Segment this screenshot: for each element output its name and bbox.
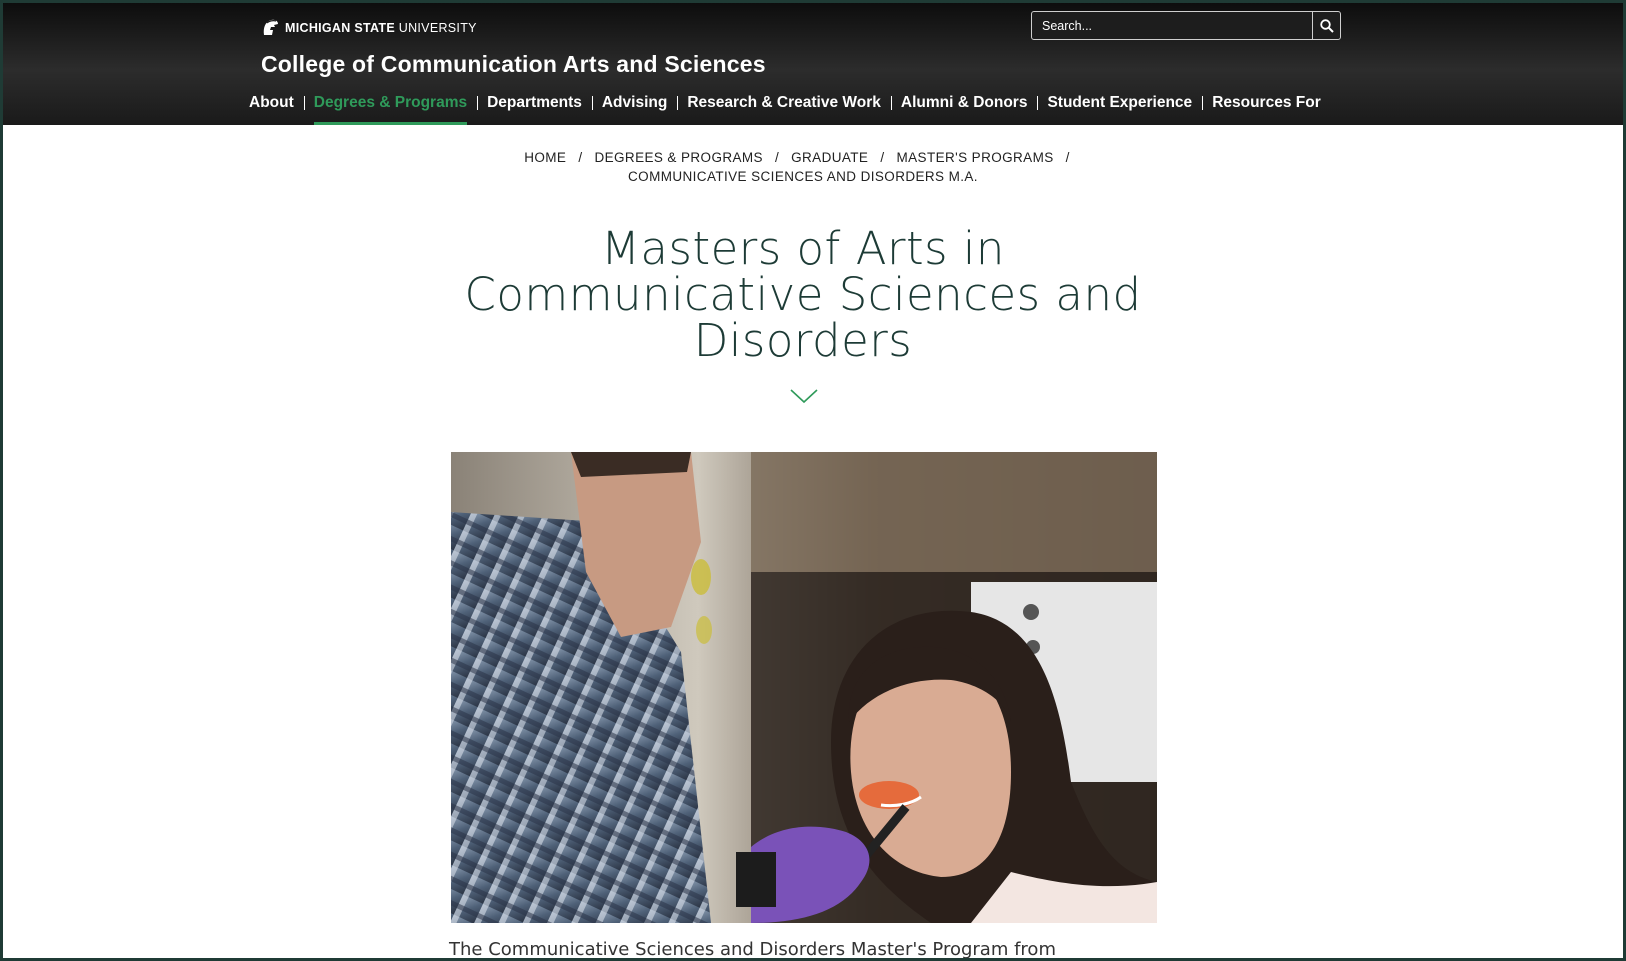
breadcrumb-masters-programs[interactable]: MASTER'S PROGRAMS [896, 150, 1053, 165]
nav-item-about[interactable]: About [249, 93, 304, 117]
page-title-line-3: Disorders [693, 314, 913, 367]
nav-item-degrees-programs[interactable]: Degrees & Programs [303, 93, 477, 125]
breadcrumb-degrees-programs[interactable]: DEGREES & PROGRAMS [594, 150, 762, 165]
site-header: MICHIGAN STATE UNIVERSITY College of Com… [3, 3, 1623, 125]
chevron-down-icon[interactable] [789, 388, 819, 404]
university-wordmark: MICHIGAN STATE UNIVERSITY [285, 21, 477, 35]
hero-photo [451, 452, 1157, 923]
nav-item-research-creative-work[interactable]: Research & Creative Work [677, 93, 891, 117]
spartan-helmet-icon [263, 19, 278, 35]
search-button[interactable] [1312, 12, 1340, 39]
breadcrumb-current-page: COMMUNICATIVE SCIENCES AND DISORDERS M.A… [628, 169, 978, 184]
hero-photo-illustration [451, 452, 1157, 923]
breadcrumb-separator: / [578, 150, 583, 165]
intro-paragraph: The Communicative Sciences and Disorders… [449, 939, 1056, 960]
search-box [1031, 11, 1341, 40]
browser-viewport: MICHIGAN STATE UNIVERSITY College of Com… [0, 0, 1626, 961]
main-nav: About Degrees & Programs Departments Adv… [249, 93, 1331, 125]
nav-item-advising[interactable]: Advising [591, 93, 677, 117]
nav-item-student-experience[interactable]: Student Experience [1037, 93, 1202, 117]
college-title[interactable]: College of Communication Arts and Scienc… [261, 51, 766, 78]
nav-item-resources-for[interactable]: Resources For [1202, 93, 1331, 117]
msu-logo[interactable]: MICHIGAN STATE UNIVERSITY [261, 17, 477, 39]
breadcrumb-separator: / [880, 150, 885, 165]
page-title: Masters of Arts in Communicative Science… [433, 226, 1173, 364]
search-input[interactable] [1032, 11, 1312, 40]
breadcrumb-graduate[interactable]: GRADUATE [791, 150, 868, 165]
breadcrumb-separator: / [1065, 150, 1070, 165]
nav-item-departments[interactable]: Departments [477, 93, 592, 117]
breadcrumb: HOME / DEGREES & PROGRAMS / GRADUATE / MASTER'… [433, 148, 1173, 186]
breadcrumb-separator: / [774, 150, 780, 165]
breadcrumb-home[interactable]: HOME [524, 150, 566, 165]
search-icon [1319, 18, 1334, 33]
nav-item-alumni-donors[interactable]: Alumni & Donors [890, 93, 1038, 117]
